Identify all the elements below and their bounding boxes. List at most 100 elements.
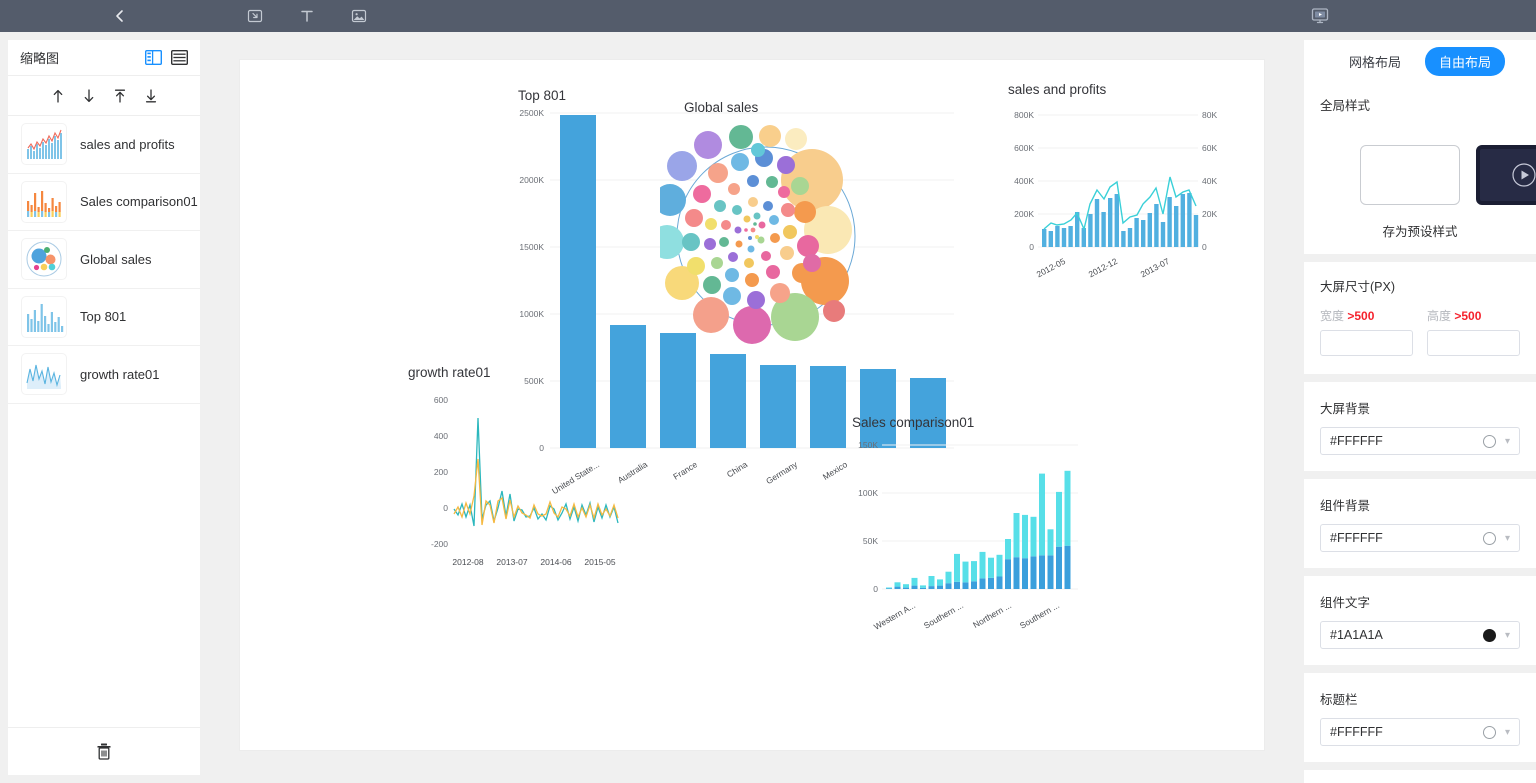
sidebar-item-sales-and-profits[interactable]: sales and profits: [8, 116, 200, 174]
svg-text:60K: 60K: [1202, 143, 1217, 153]
svg-text:China: China: [725, 459, 749, 479]
chevron-down-icon[interactable]: ▾: [1505, 630, 1510, 641]
width-input[interactable]: [1320, 330, 1413, 356]
widget-growth-rate01[interactable]: growth rate01 600 400 200 0 -200 2012-08 2…: [400, 365, 650, 580]
preview-button[interactable]: [1310, 0, 1330, 32]
back-button[interactable]: [100, 0, 140, 32]
widget-background-title: 组件背景: [1320, 499, 1371, 513]
color-swatch[interactable]: [1482, 628, 1496, 642]
chart-title: growth rate01: [408, 365, 491, 380]
width-field-group: 宽度 >500: [1320, 307, 1413, 356]
sidebar-item-label: Sales comparison01: [80, 194, 198, 210]
insert-shape-icon[interactable]: [240, 1, 270, 31]
screen-size-section: 大屏尺寸(PX) 宽度 >500 高度 >500: [1304, 262, 1536, 374]
sidebar-item-label: Top 801: [80, 309, 127, 325]
widget-text-color-input[interactable]: #1A1A1A ▾: [1320, 621, 1520, 649]
svg-text:200: 200: [434, 467, 448, 477]
svg-text:150K: 150K: [858, 440, 878, 450]
move-to-top-icon[interactable]: [109, 85, 131, 107]
growth-rate01-chart: 600 400 200 0 -200 2012-08 2013-07 2014-06…: [431, 395, 619, 567]
layout-mode-tabs: 网格布局 自由布局: [1304, 40, 1536, 82]
widget-sales-comparison01[interactable]: Sales comparison01 150K 100K 50K 0 Weste…: [840, 415, 1100, 670]
svg-text:600K: 600K: [1014, 143, 1034, 153]
svg-text:2000K: 2000K: [519, 175, 544, 185]
chevron-left-icon: [116, 10, 123, 22]
global-style-presets: 存为预设样式: [1304, 127, 1536, 254]
tab-free-layout[interactable]: 自由布局: [1425, 46, 1506, 76]
layer-order-toolbar: [8, 76, 200, 116]
image-tool-icon[interactable]: [344, 1, 374, 31]
svg-text:600: 600: [434, 395, 448, 405]
svg-text:France: France: [671, 459, 699, 482]
widget-sales-and-profits[interactable]: sales and profits 800K 600K 400K 200K 0 80…: [1002, 82, 1232, 302]
color-value: #FFFFFF: [1330, 725, 1383, 739]
widget-background-color-input[interactable]: #FFFFFF ▾: [1320, 524, 1520, 552]
svg-text:1000K: 1000K: [519, 309, 544, 319]
widget-text-title: 组件文字: [1320, 596, 1371, 610]
color-value: #1A1A1A: [1330, 628, 1383, 642]
color-swatch[interactable]: [1482, 531, 1496, 545]
svg-text:1500K: 1500K: [519, 242, 544, 252]
sidebar-header: 缩略图: [8, 40, 200, 76]
move-to-bottom-icon[interactable]: [140, 85, 162, 107]
svg-text:2012-05: 2012-05: [1035, 256, 1067, 280]
height-label: 高度 >500: [1427, 307, 1520, 324]
preview-monitor-icon: [1311, 8, 1329, 24]
preset-dark-card[interactable]: [1476, 145, 1536, 205]
chart-title: sales and profits: [1008, 82, 1107, 97]
sidebar-item-growth-rate01[interactable]: growth rate01: [8, 346, 200, 404]
svg-text:2012-12: 2012-12: [1087, 256, 1119, 280]
color-swatch[interactable]: [1482, 434, 1496, 448]
thumbnail-stacked-bar-chart: [22, 181, 66, 222]
height-hint: >500: [1454, 309, 1482, 323]
svg-text:50K: 50K: [863, 536, 878, 546]
global-sales-bubble-chart: [660, 125, 856, 344]
list-view-icon[interactable]: [170, 49, 188, 67]
settings-panel: 网格布局 自由布局 全局样式 存为预设样式 大屏尺寸(PX) 宽度 >500 高…: [1304, 40, 1536, 783]
thumbnail-bar-chart: [22, 296, 66, 337]
svg-text:Northern ...: Northern ...: [971, 600, 1013, 630]
screen-background-color-input[interactable]: #FFFFFF ▾: [1320, 427, 1520, 455]
title-bar-color-input[interactable]: #FFFFFF ▾: [1320, 718, 1520, 746]
chevron-down-icon[interactable]: ▾: [1505, 727, 1510, 738]
trash-icon: [97, 743, 111, 760]
sidebar-item-global-sales[interactable]: Global sales: [8, 231, 200, 289]
text-tool-icon[interactable]: [292, 1, 322, 31]
preset-style-cards: [1320, 145, 1536, 205]
sidebar-item-label: sales and profits: [80, 136, 175, 152]
chevron-down-icon[interactable]: ▾: [1505, 436, 1510, 447]
screen-size-title: 大屏尺寸(PX): [1320, 280, 1396, 294]
sidebar-item-label: growth rate01: [80, 366, 160, 382]
chevron-down-icon[interactable]: ▾: [1505, 533, 1510, 544]
top-toolbar: [0, 0, 1536, 32]
move-up-icon[interactable]: [47, 85, 69, 107]
color-swatch[interactable]: [1482, 725, 1496, 739]
panel-view-icon[interactable]: [144, 49, 162, 67]
svg-text:40K: 40K: [1202, 176, 1217, 186]
sidebar-view-toggles: [144, 49, 188, 67]
preset-light-card[interactable]: [1360, 145, 1460, 205]
delete-button[interactable]: [92, 740, 116, 764]
play-circle-icon: [1512, 163, 1536, 187]
width-label: 宽度 >500: [1320, 307, 1413, 324]
chart-title: Sales comparison01: [852, 415, 975, 430]
sidebar-item-top-801[interactable]: Top 801: [8, 289, 200, 346]
widget-global-sales[interactable]: Global sales: [660, 100, 900, 360]
move-down-icon[interactable]: [78, 85, 100, 107]
width-hint: >500: [1347, 309, 1375, 323]
svg-text:Germany: Germany: [764, 459, 800, 486]
dashboard-canvas[interactable]: Top 801 2500K 2000K 1500K 1000K 500K 0 U…: [240, 60, 1264, 750]
color-value: #FFFFFF: [1330, 531, 1383, 545]
svg-text:-200: -200: [431, 539, 448, 549]
save-preset-label[interactable]: 存为预设样式: [1320, 221, 1520, 240]
svg-text:0: 0: [1029, 242, 1034, 252]
height-label-text: 高度: [1427, 309, 1452, 323]
svg-text:100K: 100K: [858, 488, 878, 498]
tab-grid-layout[interactable]: 网格布局: [1335, 47, 1415, 76]
svg-text:2012-08: 2012-08: [452, 557, 483, 567]
svg-text:Western A...: Western A...: [872, 600, 917, 632]
height-input[interactable]: [1427, 330, 1520, 356]
svg-text:800K: 800K: [1014, 110, 1034, 120]
sidebar-item-sales-comparison01[interactable]: Sales comparison01: [8, 174, 200, 231]
svg-text:20K: 20K: [1202, 209, 1217, 219]
